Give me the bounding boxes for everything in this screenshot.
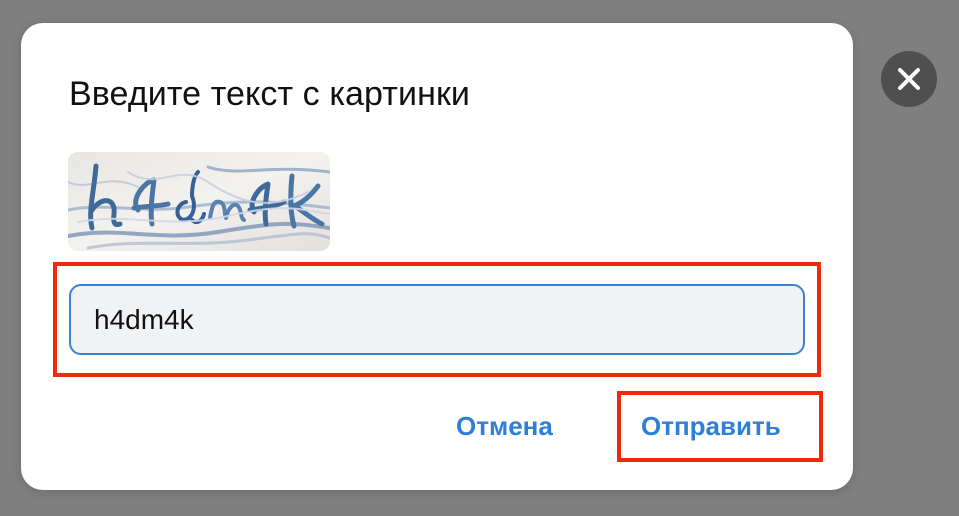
captcha-answer-input[interactable]: [69, 284, 805, 355]
captcha-dialog: Введите текст с картинки h4dm4k Отмена О…: [21, 23, 853, 490]
close-icon: [898, 68, 920, 90]
captcha-image: [68, 152, 330, 251]
cancel-button[interactable]: Отмена: [456, 408, 553, 444]
dialog-title: Введите текст с картинки: [69, 75, 471, 113]
submit-button[interactable]: Отправить: [641, 408, 781, 444]
close-button[interactable]: [881, 51, 937, 107]
